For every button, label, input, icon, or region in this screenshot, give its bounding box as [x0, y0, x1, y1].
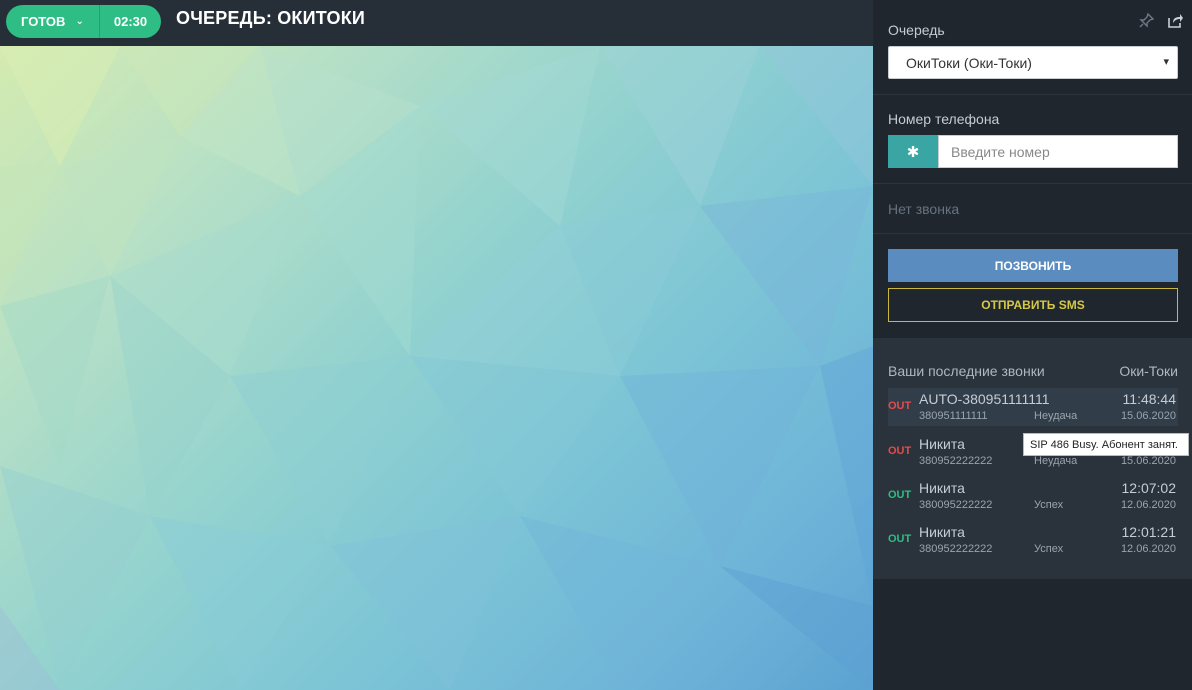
right-panel: Очередь ОкиТоки (Оки-Токи) ▾ Номер телеф… — [873, 0, 1192, 690]
send-sms-button[interactable]: ОТПРАВИТЬ SMS — [888, 288, 1178, 322]
chevron-down-icon: ▾ — [1163, 56, 1169, 68]
status-dropdown[interactable]: ГОТОВ ⌄ — [6, 5, 99, 38]
queue-section: Очередь ОкиТоки (Оки-Токи) ▾ — [873, 0, 1192, 95]
call-direction: OUT — [888, 533, 912, 545]
status-timer: 02:30 — [113, 14, 148, 29]
call-result: Неудача — [1034, 410, 1078, 422]
call-button[interactable]: ПОЗВОНИТЬ — [888, 249, 1178, 282]
recent-calls-heading: Ваши последние звонки — [888, 363, 1045, 379]
call-row[interactable]: OUT AUTO-380951111111 380951111111 Неуда… — [888, 388, 1178, 426]
page-title: ОЧЕРЕДЬ: ОКИТОКИ — [176, 8, 366, 28]
call-row[interactable]: OUT Никита 380952222222 Успех 12:01:21 1… — [888, 521, 1178, 559]
call-date: 12.06.2020 — [1120, 543, 1176, 555]
pin-icon[interactable] — [1138, 12, 1155, 29]
call-direction: OUT — [888, 489, 912, 501]
call-time: 11:48:44 — [1122, 391, 1176, 407]
call-time: 12:07:02 — [1121, 480, 1177, 496]
call-result: Успех — [1034, 499, 1064, 511]
panel-actions — [1138, 12, 1184, 29]
call-row[interactable]: OUT Никита 380095222222 Успех 12:07:02 1… — [888, 477, 1178, 515]
status-selector[interactable]: ГОТОВ ⌄ 02:30 — [6, 5, 161, 38]
call-number: 380095222222 — [919, 499, 993, 511]
phone-label: Номер телефона — [888, 111, 1000, 127]
call-name: AUTO-380951111111 — [919, 391, 1050, 407]
call-number: 380952222222 — [919, 455, 993, 467]
call-date: 12.06.2020 — [1120, 499, 1176, 511]
call-name: Никита — [919, 524, 965, 540]
call-date: 15.06.2020 — [1120, 455, 1176, 467]
queue-select-value: ОкиТоки (Оки-Токи) — [906, 54, 1032, 71]
call-name: Никита — [919, 480, 965, 496]
top-bar: ГОТОВ ⌄ 02:30 ОЧЕРЕДЬ: ОКИТОКИ — [0, 0, 873, 46]
call-direction: OUT — [888, 445, 912, 457]
phone-input-group: ✱ Введите номер — [888, 135, 1178, 168]
share-icon[interactable] — [1167, 12, 1184, 29]
call-result-tooltip: SIP 486 Busy. Абонент занят. — [1023, 433, 1189, 456]
call-name: Никита — [919, 436, 965, 452]
recent-calls-queue: Оки-Токи — [1119, 363, 1178, 379]
call-state-text: Нет звонка — [888, 201, 960, 217]
chevron-down-icon: ⌄ — [75, 16, 84, 27]
call-number: 380951111111 — [919, 410, 988, 422]
recent-calls: Ваши последние звонки Оки-Токи OUT AUTO-… — [873, 338, 1192, 579]
call-date: 15.06.2020 — [1120, 410, 1176, 422]
call-result: Неудача — [1034, 455, 1078, 467]
queue-label: Очередь — [888, 22, 945, 38]
background-image — [0, 46, 873, 690]
status-label: ГОТОВ — [21, 14, 66, 29]
dialpad-button[interactable]: ✱ — [888, 135, 938, 168]
queue-select[interactable]: ОкиТоки (Оки-Токи) ▾ — [888, 46, 1178, 79]
call-direction: OUT — [888, 400, 912, 412]
low-poly-background — [0, 46, 873, 690]
call-number: 380952222222 — [919, 543, 993, 555]
call-time: 12:01:21 — [1121, 524, 1177, 540]
call-result: Успех — [1034, 543, 1064, 555]
phone-input[interactable]: Введите номер — [938, 135, 1178, 168]
